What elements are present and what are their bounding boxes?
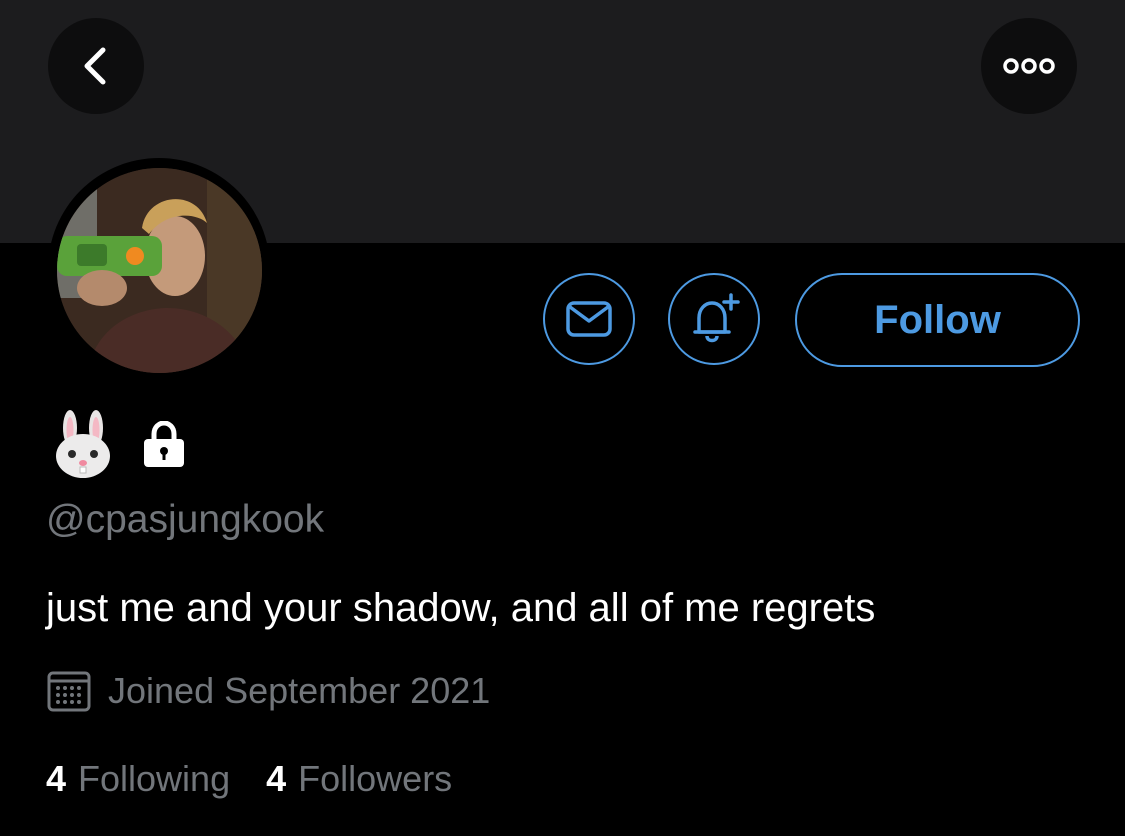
bell-plus-icon xyxy=(693,293,740,343)
followers-link[interactable]: 4 Followers xyxy=(266,758,452,800)
joined-date: Joined September 2021 xyxy=(46,668,490,714)
joined-date-text: Joined September 2021 xyxy=(108,670,491,711)
followers-label: Followers xyxy=(298,758,453,799)
chevron-left-icon xyxy=(84,47,106,85)
calendar-icon xyxy=(47,671,91,712)
envelope-icon xyxy=(566,301,612,337)
avatar[interactable] xyxy=(57,168,262,373)
follow-button[interactable]: Follow xyxy=(795,273,1080,367)
back-button[interactable] xyxy=(48,18,144,114)
profile-bio: just me and your shadow, and all of me r… xyxy=(46,586,876,630)
ellipsis-icon xyxy=(1003,58,1055,74)
lock-icon xyxy=(144,421,184,467)
following-label: Following xyxy=(78,758,231,799)
more-options-button[interactable] xyxy=(981,18,1077,114)
message-button[interactable] xyxy=(543,273,635,365)
display-name xyxy=(52,405,190,485)
following-link[interactable]: 4 Following xyxy=(46,758,230,800)
follow-button-label: Follow xyxy=(874,297,1001,342)
following-count: 4 xyxy=(46,758,67,799)
rabbit-face-emoji xyxy=(56,410,110,478)
notifications-button[interactable] xyxy=(668,273,760,365)
followers-count: 4 xyxy=(266,758,287,799)
profile-stats: 4 Following 4 Followers xyxy=(46,758,452,800)
avatar-photo xyxy=(57,168,262,373)
profile-handle: @cpasjungkook xyxy=(46,498,325,541)
